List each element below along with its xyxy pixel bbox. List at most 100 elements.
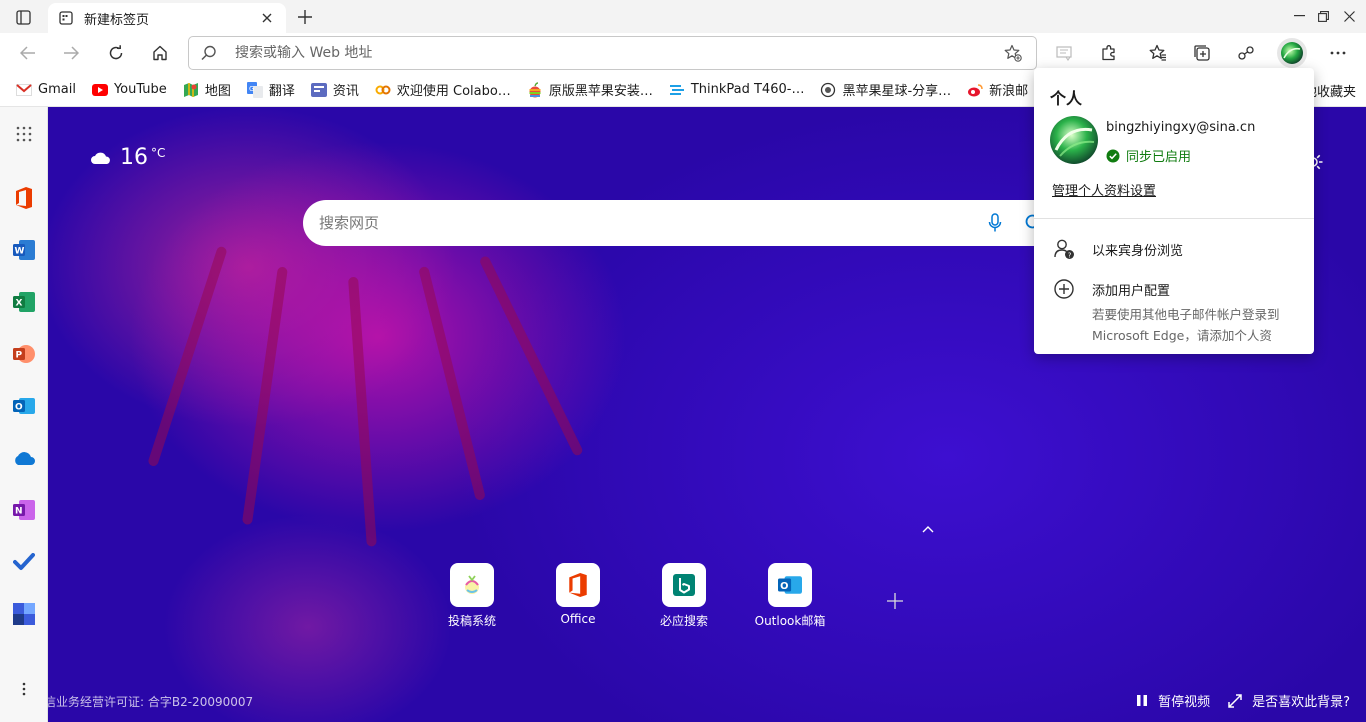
powerpoint-icon[interactable]: P: [10, 340, 38, 368]
excel-icon[interactable]: X: [10, 288, 38, 316]
onenote-icon[interactable]: N: [10, 496, 38, 524]
search-icon: [201, 45, 217, 61]
quicklink-label: Office: [560, 612, 596, 626]
read-aloud-icon[interactable]: [1050, 38, 1080, 68]
quicklink-office[interactable]: Office: [528, 563, 628, 626]
bookmark-label: 欢迎使用 Colabo…: [396, 84, 511, 99]
onedrive-icon[interactable]: [10, 444, 38, 472]
background-decoration: [348, 276, 377, 547]
more-options-icon[interactable]: [1323, 38, 1353, 68]
favorites-icon[interactable]: [1143, 38, 1173, 68]
profile-avatar-icon: [1281, 42, 1303, 64]
bookmark-label: ThinkPad T460-…: [690, 82, 805, 97]
add-circle-icon: [1052, 277, 1076, 301]
bookmark-label: Gmail: [38, 82, 76, 97]
tab-title: 新建标签页: [84, 12, 150, 28]
bookmark-label: 资讯: [332, 84, 359, 99]
planner-icon[interactable]: [10, 600, 38, 628]
weather-temperature: 16: [120, 145, 148, 170]
close-window-icon[interactable]: [1334, 4, 1364, 28]
home-icon[interactable]: [145, 39, 175, 67]
web-search-input[interactable]: [319, 214, 983, 232]
add-favorite-icon[interactable]: [1002, 42, 1024, 64]
bookmark-youtube[interactable]: YouTube: [88, 77, 171, 103]
background-decoration: [241, 266, 288, 526]
extensions-icon[interactable]: [1094, 38, 1124, 68]
add-quicklink-plus-icon[interactable]: [882, 588, 908, 614]
office-icon[interactable]: [10, 184, 38, 212]
sync-status-label: 同步已启用: [1126, 150, 1192, 165]
quicklink-label: 投稿系统: [447, 614, 496, 628]
bookmark-colab[interactable]: 欢迎使用 Colabo…: [371, 77, 515, 103]
maps-icon: [183, 82, 199, 98]
thinkpad-icon: [669, 82, 685, 98]
quicklink-bing[interactable]: 必应搜索: [634, 563, 734, 629]
pause-video-button[interactable]: 暂停视频: [1136, 691, 1210, 710]
bookmark-label: 黑苹果星球-分享…: [842, 84, 952, 99]
tab-actions-icon[interactable]: [10, 6, 36, 28]
browse-as-guest-item[interactable]: ? 以来宾身份浏览: [1052, 237, 1183, 261]
planet-icon: [820, 82, 836, 98]
bookmark-label: 新浪邮: [989, 84, 1029, 99]
chevron-up-icon[interactable]: [920, 521, 936, 537]
close-tab-icon[interactable]: [258, 9, 276, 27]
office-icon: [569, 573, 587, 597]
bookmark-gmail[interactable]: Gmail: [12, 77, 80, 103]
profile-heading: 个人: [1050, 89, 1083, 108]
todo-icon[interactable]: [10, 548, 38, 576]
address-input[interactable]: [235, 45, 1002, 61]
add-profile-item[interactable]: 添加用户配置: [1052, 277, 1170, 301]
bookmark-hackintosh[interactable]: 原版黑苹果安装…: [523, 77, 657, 103]
guest-profile-icon: ?: [1052, 237, 1076, 261]
bookmark-label: 翻译: [268, 84, 295, 99]
weibo-icon: [967, 82, 983, 98]
submission-system-icon: [465, 575, 479, 594]
profile-avatar[interactable]: [1050, 116, 1098, 164]
sidebar-more-icon[interactable]: [10, 675, 38, 703]
tab-new-tab[interactable]: 新建标签页: [48, 3, 286, 33]
title-bar: 新建标签页: [0, 0, 1366, 33]
new-tab-plus-icon[interactable]: [292, 5, 318, 29]
word-icon[interactable]: W: [10, 236, 38, 264]
browse-as-guest-label: 以来宾身份浏览: [1092, 243, 1184, 259]
quicklink-tile: [556, 563, 600, 607]
collections-icon[interactable]: [1187, 38, 1217, 68]
outlook-icon[interactable]: O: [10, 392, 38, 420]
bookmark-maps[interactable]: 地图: [179, 77, 235, 103]
bookmark-label: YouTube: [113, 82, 167, 97]
like-background-label: 是否喜欢此背景?: [1252, 695, 1350, 710]
back-arrow-icon[interactable]: [13, 39, 43, 67]
bing-icon: [673, 574, 695, 596]
refresh-icon[interactable]: [101, 39, 131, 67]
bookmark-translate[interactable]: G 翻译: [243, 77, 299, 103]
bookmark-label: 原版黑苹果安装…: [548, 84, 653, 99]
forward-arrow-icon[interactable]: [56, 39, 86, 67]
app-launcher-icon[interactable]: [10, 120, 38, 148]
translate-icon: G: [246, 81, 263, 98]
sync-status: 同步已启用: [1106, 146, 1191, 165]
background-decoration: [147, 245, 228, 468]
quicklink-submission-system[interactable]: 投稿系统: [422, 563, 522, 629]
colab-icon: [375, 82, 391, 98]
bookmark-thinkpad[interactable]: ThinkPad T460-…: [665, 77, 809, 103]
quicklink-outlook[interactable]: O Outlook邮箱: [740, 563, 840, 629]
microphone-icon[interactable]: [983, 211, 1007, 235]
news-icon: [310, 82, 327, 98]
svg-text:N: N: [15, 507, 23, 517]
profile-avatar-button[interactable]: [1277, 38, 1307, 68]
bookmark-sina-mail[interactable]: 新浪邮: [963, 77, 1032, 103]
address-bar[interactable]: [188, 36, 1037, 70]
weather-unit: °C: [151, 145, 166, 160]
manage-profile-link[interactable]: 管理个人资料设置: [1052, 180, 1156, 199]
background-decoration: [418, 265, 486, 502]
svg-text:W: W: [15, 247, 25, 257]
bookmark-news[interactable]: 资讯: [307, 77, 363, 103]
bookmark-planet[interactable]: 黑苹果星球-分享…: [816, 77, 955, 103]
like-background-button[interactable]: 是否喜欢此背景?: [1228, 691, 1350, 710]
add-profile-description: 若要使用其他电子邮件帐户登录到 Microsoft Edge，请添加个人资: [1092, 307, 1280, 343]
weather-widget[interactable]: 16 °C: [90, 145, 165, 170]
svg-text:O: O: [780, 581, 788, 592]
web-search-box[interactable]: [303, 200, 1063, 246]
performance-icon[interactable]: [1231, 38, 1261, 68]
license-text: 信业务经营许可证: 合字B2-20090007: [48, 695, 254, 709]
